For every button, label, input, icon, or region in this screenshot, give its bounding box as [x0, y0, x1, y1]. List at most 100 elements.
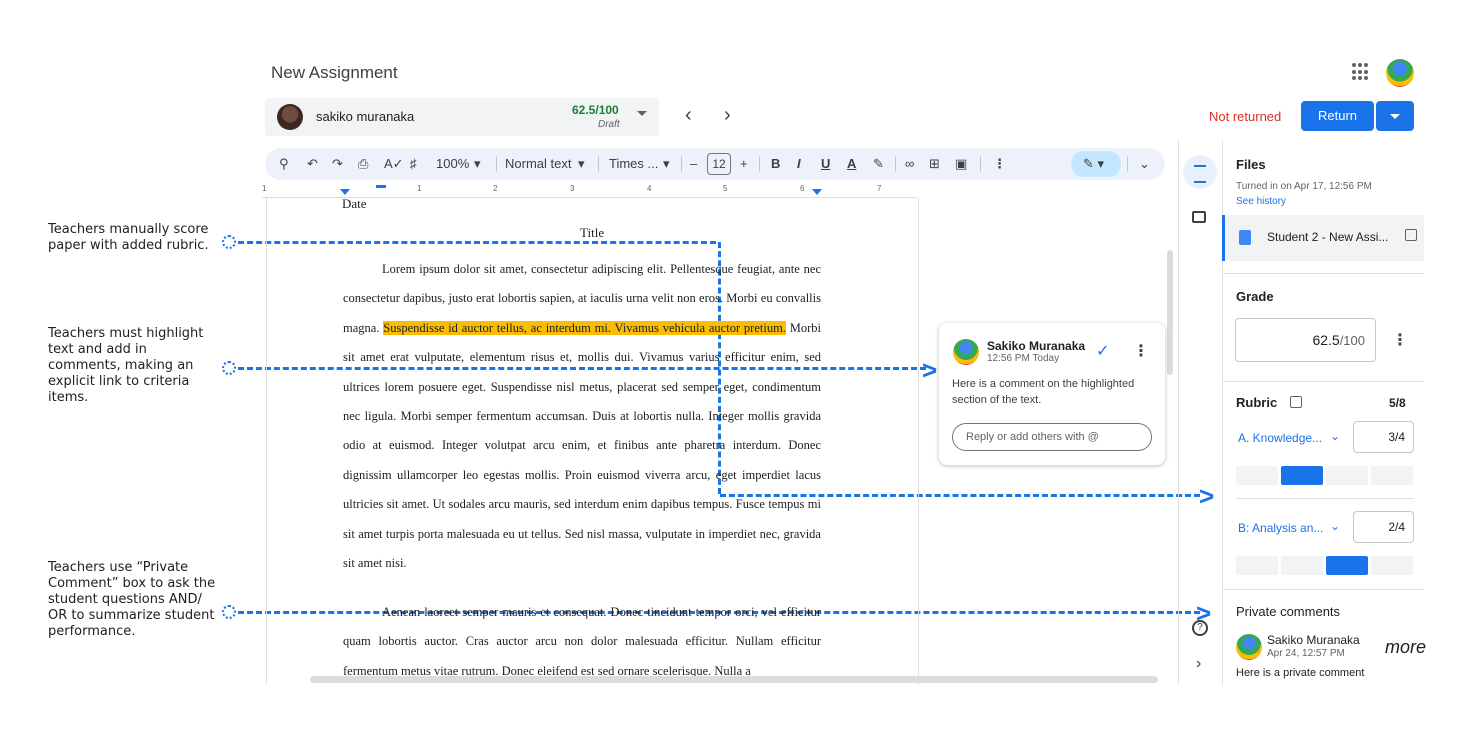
redo-icon[interactable]: ↷ — [332, 156, 343, 172]
page-right-edge — [918, 198, 919, 685]
chevron-down-icon[interactable]: ▾ — [663, 156, 670, 172]
annotation-highlight-comments: Teachers must highlight text and add in … — [48, 326, 204, 405]
comment-time: 12:56 PM Today — [987, 353, 1060, 364]
toolbar-divider — [980, 156, 981, 172]
undo-icon[interactable]: ↶ — [307, 156, 318, 172]
criterion-b-score[interactable]: 2/4 — [1353, 511, 1414, 543]
connector-line — [238, 241, 716, 244]
chevron-down-icon[interactable]: ⌄ — [1330, 429, 1340, 443]
chevron-up-icon[interactable]: ⌄ — [1139, 156, 1150, 172]
paragraph-text: Aenean laoreet semper mauris et consequa… — [343, 605, 821, 678]
criterion-a-label[interactable]: A. Knowledge... — [1238, 431, 1322, 445]
chevron-down-icon[interactable]: ▾ — [474, 156, 481, 172]
previous-student-icon[interactable]: ‹ — [685, 104, 692, 127]
doc-file-icon — [1239, 230, 1251, 245]
rubric-level[interactable] — [1236, 466, 1278, 485]
return-button[interactable]: Return — [1301, 101, 1374, 131]
more-icon[interactable]: ⋮ — [993, 156, 1006, 172]
font-select[interactable]: Times ... — [609, 156, 658, 172]
chevron-down-icon[interactable]: ▾ — [578, 156, 585, 172]
rubric-level[interactable] — [1371, 556, 1413, 575]
font-size-input[interactable]: 12 — [707, 153, 731, 175]
right-indent-marker[interactable] — [812, 189, 822, 195]
return-options-button[interactable] — [1376, 101, 1414, 131]
spellcheck-icon[interactable]: A✓ — [384, 156, 404, 172]
zoom-select[interactable]: 100% — [436, 156, 469, 172]
highlighted-text[interactable]: Suspendisse id auctor tellus, ac interdu… — [383, 320, 786, 335]
student-avatar — [277, 104, 303, 130]
increase-size-icon[interactable]: + — [740, 156, 748, 172]
highlight-icon[interactable]: ✎ — [873, 156, 884, 172]
doc-paragraph[interactable]: Lorem ipsum dolor sit amet, consectetur … — [343, 255, 821, 578]
image-icon[interactable]: ▣ — [955, 156, 967, 172]
first-line-indent-marker[interactable] — [376, 185, 386, 188]
toolbar-divider — [598, 156, 599, 172]
ruler-mark: 3 — [570, 184, 575, 193]
comment-body: Here is a comment on the highlighted sec… — [952, 378, 1135, 406]
print-icon[interactable]: ⎙ — [358, 156, 368, 172]
chevron-down-icon[interactable]: ⌄ — [1330, 519, 1340, 533]
grade-input[interactable]: 62.5/100 — [1235, 318, 1376, 362]
open-external-icon[interactable] — [1290, 396, 1302, 408]
decrease-size-icon[interactable]: – — [690, 156, 697, 172]
file-attachment[interactable]: Student 2 - New Assi... — [1222, 215, 1424, 261]
chevron-right-icon[interactable]: › — [1196, 655, 1201, 673]
apps-icon[interactable] — [1352, 63, 1370, 81]
chevron-down-icon[interactable] — [637, 111, 647, 116]
open-external-icon[interactable] — [1405, 229, 1417, 241]
next-student-icon[interactable]: › — [724, 104, 731, 127]
toolbar-divider — [496, 156, 497, 172]
ruler-mark: 1 — [262, 184, 267, 193]
criterion-b-label[interactable]: B: Analysis an... — [1238, 521, 1323, 535]
divider — [1222, 273, 1424, 274]
rubric-level[interactable] — [1371, 466, 1413, 485]
more-link[interactable]: more — [1385, 637, 1426, 658]
rubric-level[interactable] — [1326, 466, 1368, 485]
underline-button[interactable]: U — [821, 156, 830, 172]
style-select[interactable]: Normal text — [505, 156, 571, 172]
help-icon[interactable]: ? — [1192, 620, 1208, 636]
arrow-right-icon: > — [922, 355, 938, 385]
vertical-scrollbar[interactable] — [1167, 250, 1173, 375]
rubric-level-selected[interactable] — [1326, 556, 1368, 575]
annotation-marker — [222, 235, 236, 249]
more-icon[interactable]: ⋮ — [1133, 341, 1149, 361]
rubric-level-selected[interactable] — [1281, 466, 1323, 485]
turned-in-time: Turned in on Apr 17, 12:56 PM — [1236, 181, 1372, 192]
divider — [1236, 498, 1414, 499]
edit-mode-icon[interactable]: ✎ ▾ — [1071, 151, 1121, 177]
grade-total: /100 — [1339, 333, 1365, 348]
link-icon[interactable]: ∞ — [905, 156, 914, 172]
criterion-a-score[interactable]: 3/4 — [1353, 421, 1414, 453]
private-comment-time: Apr 24, 12:57 PM — [1267, 648, 1345, 659]
annotation-marker — [222, 361, 236, 375]
indent-marker[interactable] — [340, 189, 350, 195]
comment-card[interactable]: Sakiko Muranaka 12:56 PM Today ✓ ⋮ Here … — [939, 323, 1165, 465]
student-name: sakiko muranaka — [316, 109, 415, 124]
account-avatar[interactable] — [1386, 59, 1414, 87]
return-status: Not returned — [1209, 109, 1282, 124]
rubric-level[interactable] — [1281, 556, 1323, 575]
doc-title: Title — [580, 225, 605, 240]
check-icon[interactable]: ✓ — [1096, 341, 1109, 361]
reply-input[interactable]: Reply or add others with @ — [952, 423, 1152, 451]
add-comment-icon[interactable]: ⊞ — [929, 156, 940, 172]
search-icon[interactable]: ⚲ — [279, 156, 289, 172]
comments-icon[interactable] — [1192, 211, 1206, 223]
paint-format-icon[interactable]: ♯ — [410, 156, 417, 172]
italic-button[interactable]: I — [797, 156, 801, 172]
student-selector[interactable]: sakiko muranaka 62.5/100 Draft — [265, 98, 659, 136]
private-comment-body: Here is a private comment — [1236, 667, 1365, 679]
more-icon[interactable]: ⋮ — [1392, 330, 1408, 350]
bold-button[interactable]: B — [771, 156, 780, 172]
horizontal-scrollbar[interactable] — [310, 676, 1158, 683]
rubric-level[interactable] — [1236, 556, 1278, 575]
doc-paragraph[interactable]: Aenean laoreet semper mauris et consequa… — [343, 598, 821, 678]
ruler-mark: 2 — [493, 184, 498, 193]
text-color-button[interactable]: A — [847, 156, 856, 172]
files-rubric-icon[interactable] — [1183, 155, 1217, 189]
student-score: 62.5/100 — [572, 103, 619, 117]
private-comments-heading: Private comments — [1236, 604, 1341, 619]
see-history-link[interactable]: See history — [1236, 196, 1286, 207]
annotation-manual-score: Teachers manually score paper with added… — [48, 222, 209, 253]
